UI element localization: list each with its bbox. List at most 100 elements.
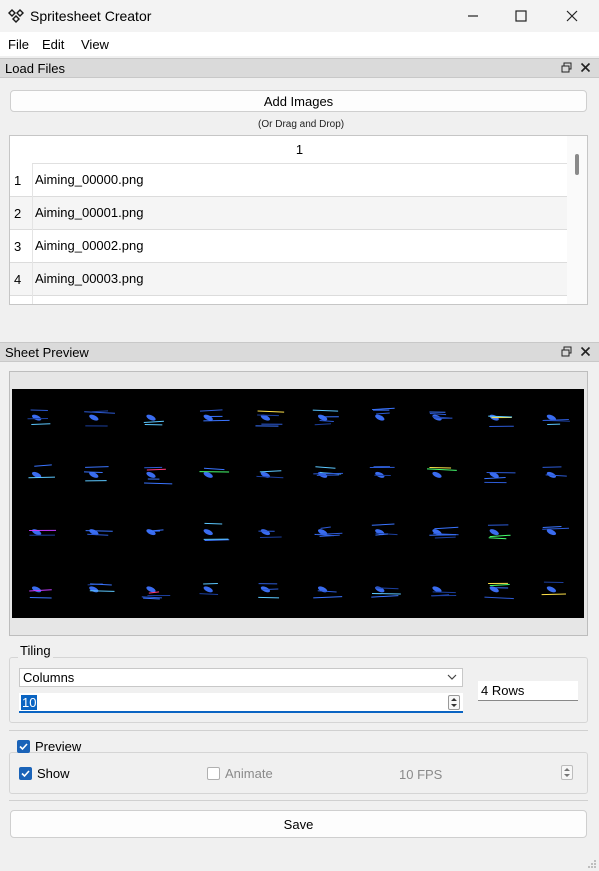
preview-checkbox[interactable] bbox=[17, 740, 30, 753]
add-images-button[interactable]: Add Images bbox=[10, 90, 587, 112]
tiling-mode-select[interactable]: Columns bbox=[19, 668, 463, 687]
menu-file[interactable]: File bbox=[8, 37, 29, 52]
sheet-preview-frame bbox=[9, 371, 588, 636]
sprite-frame bbox=[199, 409, 230, 422]
fps-value: 10 FPS bbox=[399, 767, 443, 782]
sprite-frame bbox=[85, 529, 113, 536]
spin-arrows-icon[interactable] bbox=[561, 765, 573, 780]
sprite-frame bbox=[372, 407, 395, 421]
sprite-frame bbox=[542, 414, 570, 426]
file-name: Aiming_00002.png bbox=[35, 238, 144, 253]
sprite-frame bbox=[488, 414, 514, 427]
sprite-frame bbox=[487, 524, 511, 540]
menu-view[interactable]: View bbox=[81, 37, 109, 52]
maximize-icon bbox=[515, 10, 527, 22]
menu-bar: File Edit View bbox=[0, 32, 599, 56]
sprite-frame bbox=[429, 526, 459, 539]
maximize-button[interactable] bbox=[497, 0, 545, 32]
row-number: 2 bbox=[14, 206, 22, 221]
resize-grip-icon[interactable] bbox=[586, 858, 597, 869]
show-checkbox[interactable] bbox=[19, 767, 32, 780]
sprite-frame bbox=[431, 586, 457, 597]
animate-checkbox[interactable] bbox=[207, 767, 220, 780]
sheet-preview-title: Sheet Preview bbox=[5, 345, 89, 360]
sprite-frame bbox=[312, 409, 339, 426]
sprite-frame bbox=[484, 471, 516, 484]
close-icon[interactable] bbox=[580, 346, 591, 357]
table-row[interactable] bbox=[10, 296, 567, 304]
sprite-frame bbox=[84, 410, 115, 427]
file-name: Aiming_00000.png bbox=[35, 172, 144, 187]
save-button[interactable]: Save bbox=[10, 810, 587, 838]
table-row[interactable]: 4 Aiming_00003.png bbox=[10, 263, 567, 296]
sprite-frame bbox=[484, 582, 514, 600]
rows-readout: 4 Rows bbox=[478, 681, 578, 701]
sprite-frame bbox=[27, 409, 51, 425]
scrollbar-thumb[interactable] bbox=[575, 154, 579, 175]
table-row[interactable]: 3 Aiming_00002.png bbox=[10, 230, 567, 263]
window-title: Spritesheet Creator bbox=[30, 8, 152, 24]
sprite-frame bbox=[144, 466, 173, 485]
title-bar: Spritesheet Creator bbox=[0, 0, 599, 32]
sprite-frame bbox=[313, 586, 343, 599]
sprite-frame bbox=[313, 466, 344, 478]
file-name: Aiming_00003.png bbox=[35, 271, 144, 286]
file-name: Aiming_00001.png bbox=[35, 205, 144, 220]
sprite-frame bbox=[29, 529, 57, 536]
sprite-frame bbox=[199, 467, 230, 478]
divider bbox=[9, 800, 588, 801]
table-row[interactable]: 2 Aiming_00001.png bbox=[10, 197, 567, 230]
menu-edit[interactable]: Edit bbox=[42, 37, 64, 52]
sprite-frame bbox=[199, 582, 219, 596]
sprite-frame bbox=[255, 410, 285, 427]
spin-arrows-icon[interactable] bbox=[448, 695, 460, 710]
row-divider bbox=[32, 296, 33, 304]
tiling-count-value: 10 bbox=[21, 695, 38, 710]
close-button[interactable] bbox=[548, 0, 596, 32]
tiling-mode-value: Columns bbox=[23, 670, 75, 685]
table-scrollbar[interactable] bbox=[567, 136, 587, 304]
load-files-header: Load Files bbox=[0, 58, 599, 78]
fps-spinbox[interactable]: 10 FPS bbox=[396, 764, 576, 783]
sprite-frame bbox=[371, 586, 401, 598]
minimize-button[interactable] bbox=[449, 0, 497, 32]
float-icon[interactable] bbox=[561, 62, 572, 73]
float-icon[interactable] bbox=[561, 346, 572, 357]
sprite-frame bbox=[203, 522, 230, 542]
sprite-frame bbox=[87, 583, 115, 593]
sprite-frame bbox=[256, 470, 284, 479]
close-icon[interactable] bbox=[580, 62, 591, 73]
sheet-preview-header: Sheet Preview bbox=[0, 342, 599, 362]
row-divider bbox=[32, 230, 33, 263]
sprite-frame bbox=[258, 583, 280, 599]
sprite-frame bbox=[541, 581, 566, 596]
row-number: 1 bbox=[14, 173, 22, 188]
sprite-frame bbox=[369, 466, 395, 478]
show-label: Show bbox=[37, 766, 70, 781]
row-number: 3 bbox=[14, 239, 22, 254]
table-row[interactable]: 1 Aiming_00000.png bbox=[10, 164, 567, 197]
app-logo-icon bbox=[8, 9, 24, 23]
file-table: 1 1 Aiming_00000.png 2 Aiming_00001.png … bbox=[9, 135, 588, 305]
sprite-frame bbox=[542, 466, 567, 478]
sprite-frame bbox=[426, 466, 457, 478]
tiling-title: Tiling bbox=[18, 643, 53, 658]
sprite-frame bbox=[542, 525, 570, 536]
preview-label: Preview bbox=[35, 739, 82, 754]
column-header[interactable]: 1 bbox=[32, 136, 567, 164]
sprite-frame bbox=[143, 414, 164, 426]
animate-label: Animate bbox=[225, 766, 273, 781]
tiling-count-spinbox[interactable]: 10 bbox=[19, 693, 463, 713]
sprite-frame bbox=[141, 586, 171, 600]
row-divider bbox=[32, 164, 33, 197]
sprite-frame bbox=[258, 529, 282, 538]
chevron-down-icon bbox=[447, 674, 457, 680]
sprite-frame bbox=[371, 523, 398, 536]
row-divider bbox=[32, 263, 33, 296]
table-corner[interactable] bbox=[10, 136, 32, 164]
divider bbox=[9, 730, 588, 731]
sheet-preview-canvas bbox=[12, 389, 584, 618]
sprite-frame bbox=[28, 464, 55, 479]
drag-drop-hint: (Or Drag and Drop) bbox=[258, 119, 345, 130]
row-divider bbox=[32, 197, 33, 230]
